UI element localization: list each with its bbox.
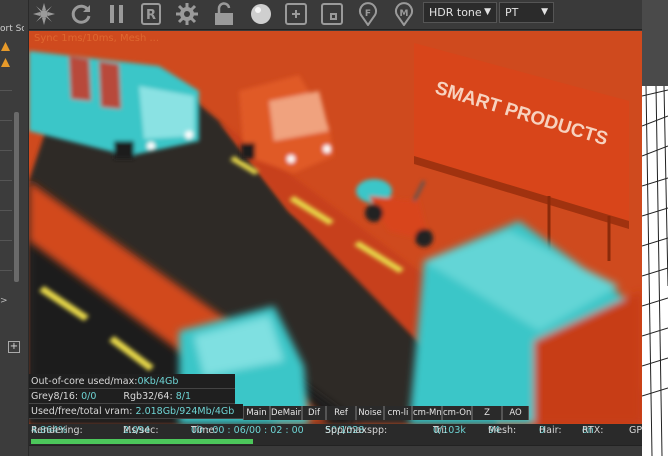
pass-button-cm-mn[interactable]: cm-Mn — [412, 406, 442, 420]
pass-button-ref[interactable]: Ref — [326, 406, 356, 420]
left-panel: ort So > + — [0, 0, 29, 456]
render-progress-fill — [31, 439, 253, 444]
render-pass-buttons: Main DeMain Dif Ref Noise cm-li cm-Mn cm… — [243, 406, 529, 420]
warning-icon — [1, 42, 10, 51]
warning-icon — [1, 58, 10, 67]
rtx-label: RTX: — [582, 425, 604, 436]
rgb-value: 8/1 — [175, 391, 191, 402]
render-progress-bar — [29, 438, 642, 445]
bottom-strip — [29, 445, 642, 456]
pass-button-noise[interactable]: Noise — [356, 406, 384, 420]
pass-button-main[interactable]: Main — [243, 406, 270, 420]
material-picker-icon[interactable]: M — [392, 2, 416, 27]
chevron-down-icon: ▼ — [484, 7, 491, 17]
rendering-stat: Rendering: 4.864% — [31, 424, 83, 438]
divider — [0, 90, 12, 91]
texture-count-stat: Grey8/16: 0/0 Rgb32/64: 8/1 — [29, 389, 235, 404]
reset-icon[interactable]: R — [139, 2, 163, 26]
out-of-core-value: 0Kb/4Gb — [137, 376, 179, 387]
region-icon[interactable] — [320, 2, 344, 26]
chevron-right-icon[interactable]: > — [0, 296, 8, 306]
grey-label: Grey8/16: — [31, 391, 79, 402]
pass-button-dif[interactable]: Dif — [302, 406, 326, 420]
pass-button-cm-on[interactable]: cm-On — [442, 406, 472, 420]
divider — [0, 150, 12, 151]
wireframe-viewport-edge — [642, 0, 668, 456]
vram-stat: Used/free/total vram: 2.018Gb/924Mb/4Gb — [29, 404, 243, 419]
focus-letter: F — [365, 9, 371, 19]
tone-select-value: HDR tone — [429, 6, 482, 19]
lock-icon[interactable] — [212, 2, 236, 26]
tri-label: Tri: — [433, 425, 448, 436]
mesh-stat: Mesh: 94 — [488, 424, 516, 438]
hair-label: Hair: — [539, 425, 562, 436]
grey-value: 0/0 — [81, 391, 97, 402]
sphere-icon[interactable] — [249, 2, 273, 26]
vram-label: Used/free/total vram: — [31, 406, 133, 417]
octane-render-window: ort So > + — [0, 0, 668, 456]
hair-stat: Hair: 0 — [539, 424, 562, 438]
wireframe-mesh — [642, 86, 668, 456]
render-overlay-text: Sync 1ms/10ms, Mesh ... — [34, 33, 160, 44]
refresh-icon[interactable] — [69, 2, 93, 26]
left-panel-scrollbar[interactable] — [14, 112, 19, 282]
out-of-core-stat: Out-of-core used/max:0Kb/4Gb — [29, 374, 235, 389]
reset-letter: R — [146, 8, 156, 23]
settings-gear-icon[interactable] — [175, 2, 199, 26]
gpu-label: GPI — [629, 425, 642, 436]
kernel-select-value: PT — [505, 6, 519, 19]
pass-button-cm-li[interactable]: cm-li — [384, 406, 412, 420]
spp-stat: Spp/maxspp: 50/1028 — [325, 424, 387, 438]
time-stat: Time: 00 : 00 : 06/00 : 02 : 00 — [191, 424, 304, 438]
pass-button-z[interactable]: Z — [472, 406, 502, 420]
pass-button-ao[interactable]: AO — [502, 406, 529, 420]
ms-label: Ms/sec: — [123, 425, 159, 436]
add-region-icon[interactable] — [284, 2, 308, 26]
chevron-down-icon: ▼ — [541, 7, 548, 17]
divider — [0, 210, 12, 211]
material-letter: M — [400, 9, 409, 19]
kernel-select[interactable]: PT ▼ — [499, 2, 554, 23]
rgb-label: Rgb32/64: — [123, 391, 173, 402]
ms-stat: Ms/sec: 2.094 — [123, 424, 159, 438]
left-panel-tab[interactable]: ort So — [0, 24, 24, 38]
tri-stat: Tri: 0/103k — [433, 424, 466, 438]
rtx-stat: RTX: on — [582, 424, 603, 438]
focus-picker-icon[interactable]: F — [356, 2, 380, 27]
spp-label: Spp/maxspp: — [325, 425, 388, 436]
divider — [0, 120, 12, 121]
mesh-label: Mesh: — [488, 425, 517, 436]
divider — [0, 180, 12, 181]
divider — [0, 240, 12, 241]
pass-button-demain[interactable]: DeMain — [270, 406, 302, 420]
octane-logo-icon[interactable] — [32, 2, 56, 26]
add-icon[interactable]: + — [8, 341, 20, 353]
tone-select[interactable]: HDR tone ▼ — [423, 2, 497, 23]
render-scene: SMART PRODUCTS — [29, 31, 642, 424]
rendering-label: Rendering: — [31, 425, 83, 436]
time-label: Time: — [191, 425, 218, 436]
pause-icon[interactable] — [105, 2, 129, 26]
render-viewport[interactable]: SMART PRODUCTS Sync 1ms/10ms, Mesh ... — [29, 31, 642, 424]
render-status-bar: Rendering: 4.864% Ms/sec: 2.094 Time: 00… — [29, 424, 642, 438]
out-of-core-label: Out-of-core used/max: — [31, 376, 138, 387]
divider — [0, 270, 12, 271]
vram-value: 2.018Gb/924Mb/4Gb — [135, 406, 235, 417]
panel-header — [642, 0, 668, 86]
render-toolbar: R F M HDR tone ▼ PT ▼ — [29, 0, 642, 30]
